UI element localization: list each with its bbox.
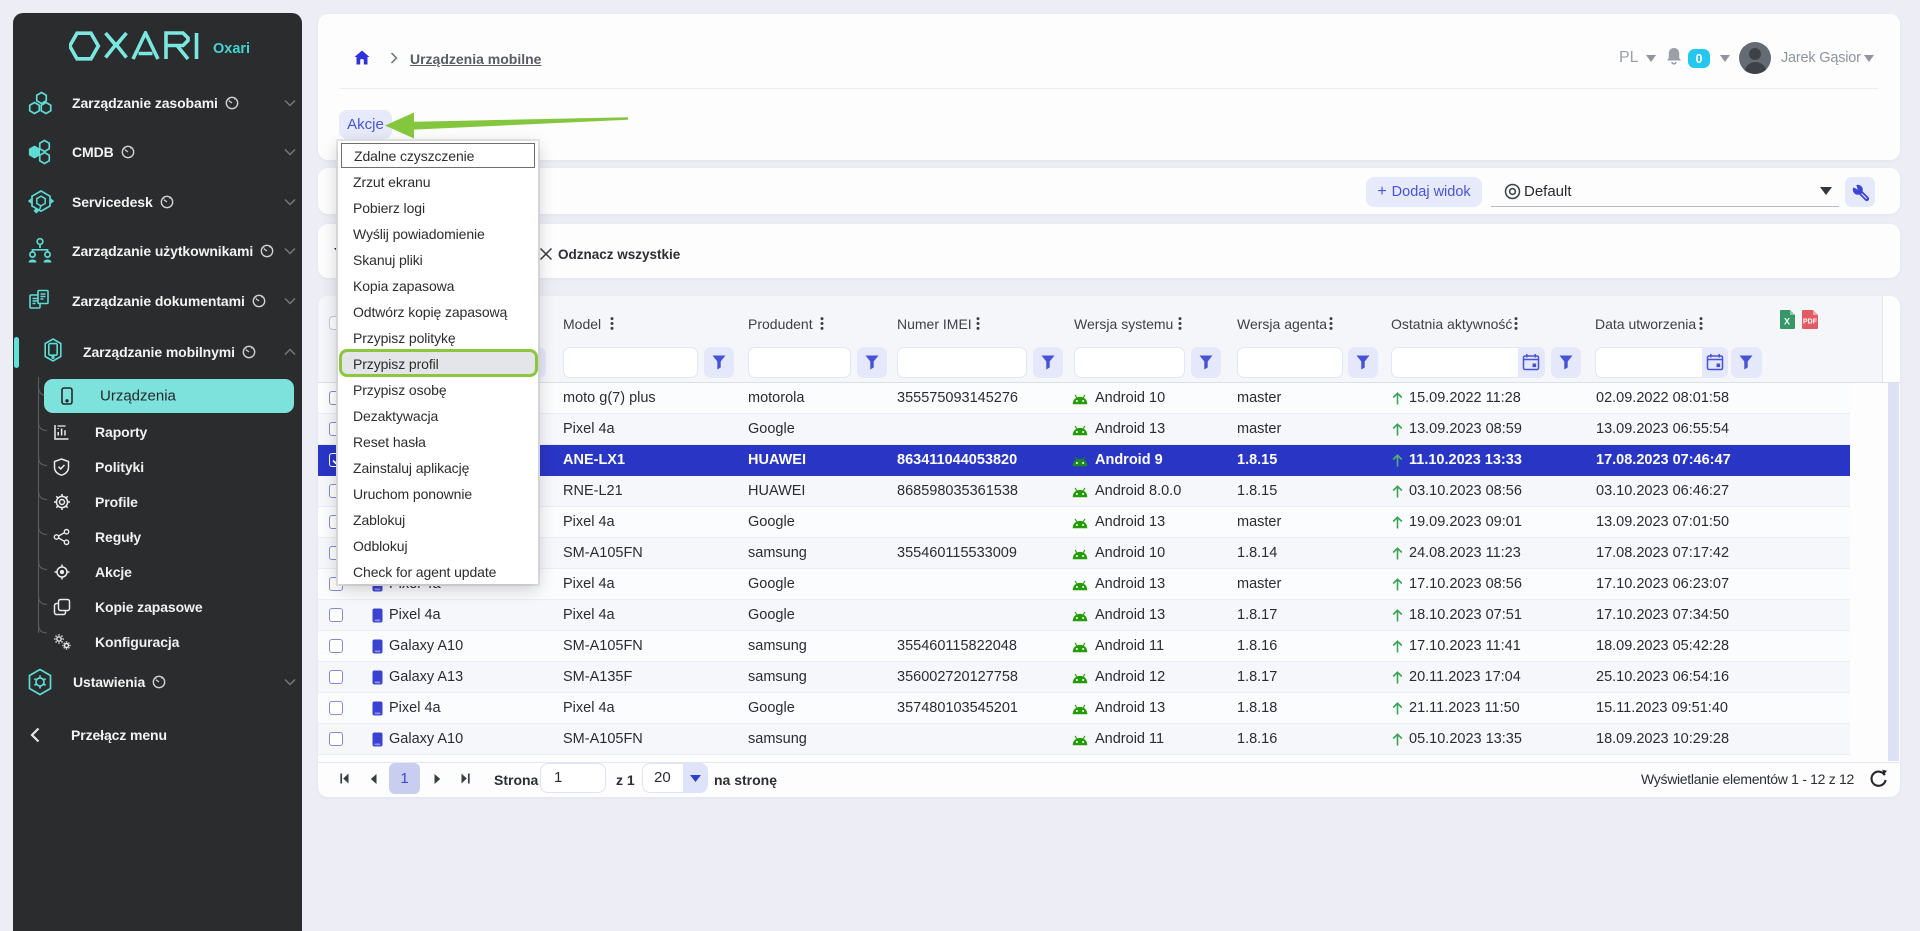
svg-text:PDF: PDF xyxy=(1803,319,1818,326)
svg-text:X: X xyxy=(1784,317,1790,327)
svg-text:Oxari: Oxari xyxy=(213,41,250,57)
